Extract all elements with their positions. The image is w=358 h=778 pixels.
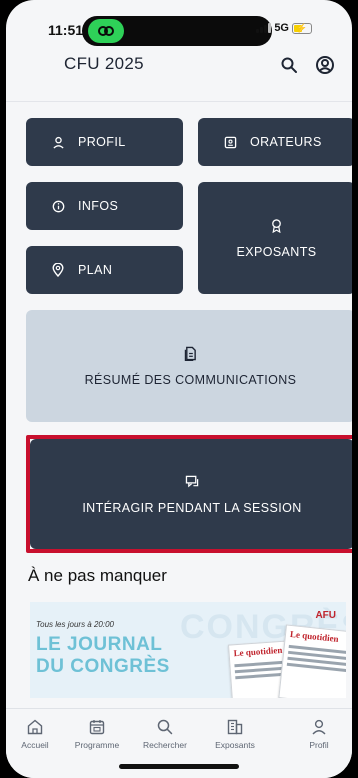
- home-indicator[interactable]: [119, 764, 239, 769]
- user-icon: [288, 717, 350, 737]
- search-icon[interactable]: [276, 52, 302, 78]
- status-time: 11:51: [48, 22, 84, 38]
- journal-banner[interactable]: CONGRÈS Tous les jours à 20:00 LE JOURNA…: [30, 602, 346, 698]
- user-icon: [50, 134, 66, 150]
- tab-exposants[interactable]: Exposants: [204, 717, 266, 750]
- orateurs-label: ORATEURS: [250, 135, 322, 149]
- tab-label: Exposants: [215, 740, 255, 750]
- page-title: CFU 2025: [64, 54, 144, 73]
- tab-label: Profil: [309, 740, 329, 750]
- user-circle-icon[interactable]: [312, 52, 338, 78]
- tab-programme[interactable]: Programme: [66, 717, 128, 750]
- id-card-icon: [222, 134, 238, 150]
- link-icon: [88, 19, 124, 43]
- status-indicators: 5G ⚡: [256, 22, 312, 34]
- banner-subtitle: Tous les jours à 20:00: [36, 620, 114, 629]
- interagir-label: INTÉRAGIR PENDANT LA SESSION: [82, 501, 302, 515]
- tab-profil[interactable]: Profil: [288, 717, 350, 750]
- exposants-label: EXPOSANTS: [236, 245, 317, 259]
- infos-label: INFOS: [78, 199, 119, 213]
- battery-icon: ⚡: [292, 22, 312, 34]
- info-icon: [50, 198, 66, 214]
- newspaper-image-2: Le quotidien: [278, 624, 346, 698]
- orateurs-button[interactable]: ORATEURS: [198, 118, 352, 166]
- resume-label: RÉSUMÉ DES COMMUNICATIONS: [84, 373, 297, 387]
- phone-screen: 11:51 5G ⚡ CFU 2025 PROFIL ORATEURS INFO…: [6, 0, 352, 778]
- calendar-icon: [66, 717, 128, 737]
- tab-label: Accueil: [21, 740, 49, 750]
- map-pin-icon: [50, 262, 66, 278]
- banner-title-line1: LE JOURNAL: [36, 634, 163, 655]
- profil-button[interactable]: PROFIL: [26, 118, 183, 166]
- chat-icon: [184, 473, 200, 489]
- signal-icon: [256, 23, 272, 33]
- infos-button[interactable]: INFOS: [26, 182, 183, 230]
- badge-icon: [269, 217, 285, 233]
- plan-label: PLAN: [78, 263, 113, 277]
- exposants-button[interactable]: EXPOSANTS: [198, 182, 352, 294]
- banner-title-line2: DU CONGRÈS: [36, 656, 170, 677]
- app-header: CFU 2025: [6, 46, 352, 102]
- search-icon: [134, 717, 196, 737]
- tab-accueil[interactable]: Accueil: [6, 717, 66, 750]
- afu-logo: AFU: [315, 610, 336, 621]
- section-title: À ne pas manquer: [28, 566, 167, 585]
- profil-label: PROFIL: [78, 135, 126, 149]
- tab-label: Programme: [74, 740, 120, 750]
- interagir-session-button[interactable]: INTÉRAGIR PENDANT LA SESSION: [30, 439, 352, 549]
- tab-rechercher[interactable]: Rechercher: [134, 717, 196, 750]
- resume-communications-button[interactable]: RÉSUMÉ DES COMMUNICATIONS: [26, 310, 352, 422]
- tab-label: Rechercher: [143, 740, 187, 750]
- document-icon: [183, 345, 199, 361]
- home-icon: [6, 717, 66, 737]
- building-icon: [204, 717, 266, 737]
- dynamic-island: [82, 16, 272, 46]
- network-label: 5G: [274, 22, 289, 34]
- plan-button[interactable]: PLAN: [26, 246, 183, 294]
- status-bar: 11:51 5G ⚡: [6, 0, 352, 46]
